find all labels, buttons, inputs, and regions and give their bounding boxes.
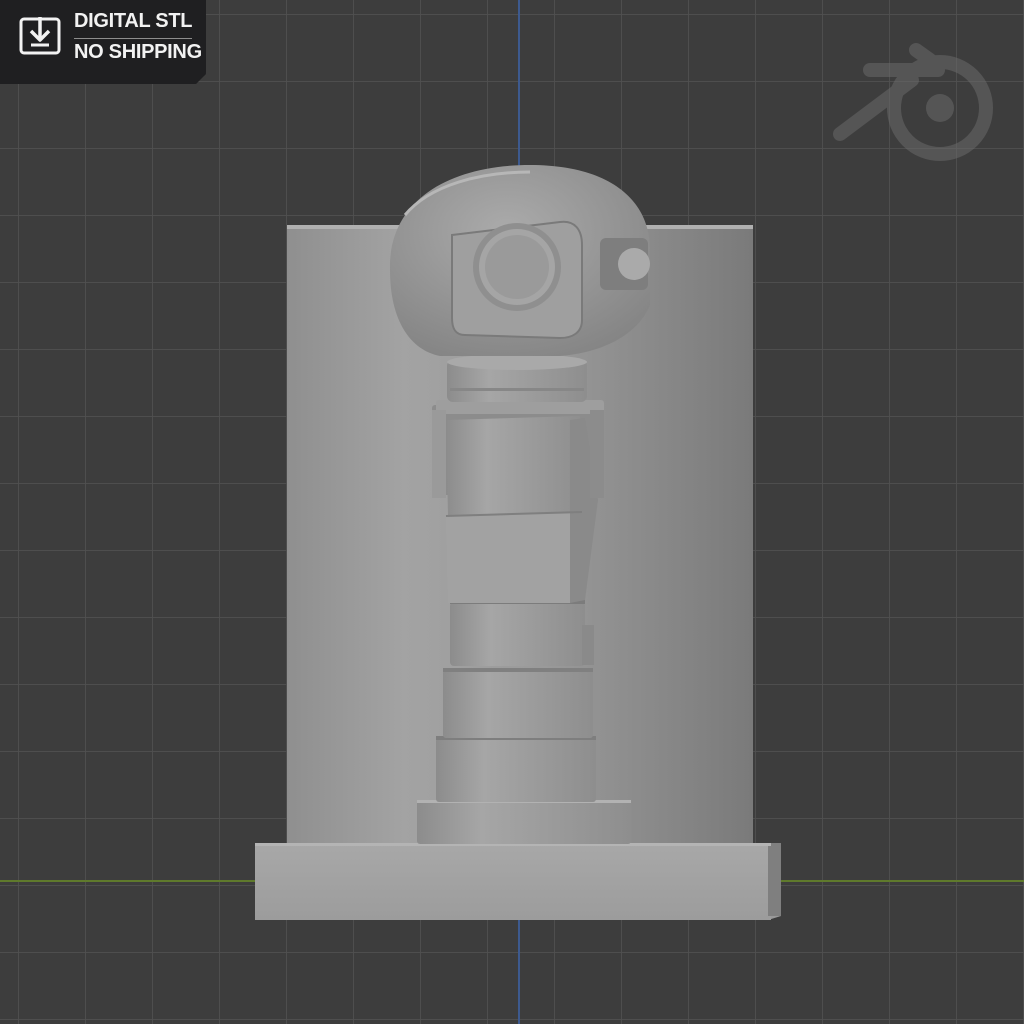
- badge-line-no-shipping: NO SHIPPING: [74, 41, 202, 63]
- robot-head: [389, 165, 650, 356]
- robot-leg-upper: [443, 668, 593, 738]
- robot-leg-lower: [436, 736, 596, 802]
- digital-stl-badge: DIGITAL STL NO SHIPPING: [0, 0, 206, 84]
- robot-feet: [417, 800, 631, 844]
- robot-torso: [432, 400, 604, 603]
- download-box-icon: [19, 17, 61, 55]
- badge-divider: [74, 38, 192, 39]
- 3d-viewport[interactable]: DIGITAL STL NO SHIPPING: [0, 0, 1024, 1024]
- blender-logo-icon: [833, 43, 993, 161]
- robot-neck: [447, 354, 587, 402]
- robot-hand: [450, 600, 594, 666]
- base-plate: [255, 843, 781, 920]
- badge-line-digital-stl: DIGITAL STL: [74, 10, 193, 32]
